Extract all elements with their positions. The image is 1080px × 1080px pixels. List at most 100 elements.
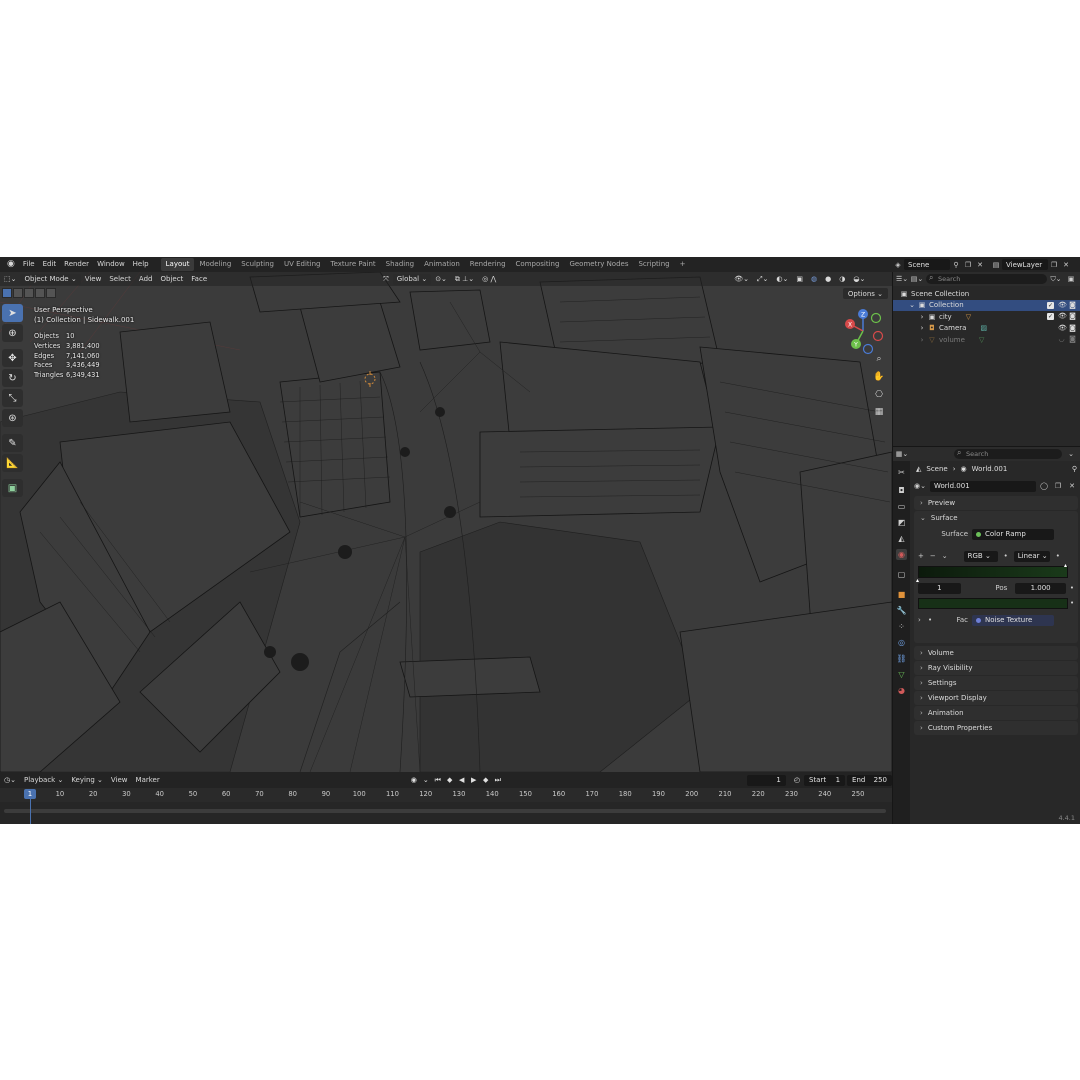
tab-sculpting[interactable]: Sculpting [236, 258, 279, 271]
timeline-editor-icon[interactable]: ◷⌄ [0, 775, 20, 786]
timeline-scrollbar[interactable] [4, 809, 886, 813]
volume-panel-title[interactable]: Volume [914, 646, 1078, 660]
menu-timeline-view[interactable]: View [107, 775, 132, 786]
volume-panel[interactable]: Volume [914, 646, 1078, 660]
orientation-icon[interactable]: ⤧ [379, 274, 393, 285]
tab-geometry-nodes[interactable]: Geometry Nodes [564, 258, 633, 271]
menu-window[interactable]: Window [93, 257, 129, 272]
eye-icon[interactable]: 👁 [1058, 301, 1067, 309]
output-tab-icon[interactable]: ▭ [896, 501, 907, 512]
camera-render-icon[interactable]: ◙ [1069, 313, 1076, 320]
add-stop-icon[interactable]: + [918, 552, 924, 560]
ramp-stop-right-icon[interactable]: ▴ [1064, 562, 1067, 569]
tab-uv-editing[interactable]: UV Editing [279, 258, 326, 271]
camera-render-icon[interactable]: ◙ [1069, 324, 1076, 332]
ramp-menu-icon[interactable]: ⌄ [942, 552, 948, 560]
filter-icon[interactable]: ⛉⌄ [1050, 274, 1062, 285]
blender-logo-icon[interactable]: ◉ [3, 257, 19, 272]
color-ramp-bar[interactable] [918, 566, 1068, 578]
pin-icon[interactable]: ⚲ [1072, 465, 1077, 473]
world-browse-icon[interactable]: ◉⌄ [914, 482, 928, 490]
timeline-track-area[interactable] [0, 802, 892, 824]
select-invert-icon[interactable] [35, 288, 45, 298]
world-name-field[interactable]: World.001 [930, 480, 1036, 492]
select-extend-icon[interactable] [13, 288, 23, 298]
ray-visibility-panel[interactable]: Ray Visibility [914, 661, 1078, 675]
shading-solid-icon[interactable]: ● [821, 274, 835, 285]
object-tab-icon[interactable]: ■ [896, 589, 907, 600]
exclude-checkbox[interactable]: ✓ [1047, 301, 1054, 309]
pin-icon[interactable]: ⚲ [950, 259, 962, 270]
scene-field[interactable]: Scene [904, 259, 950, 270]
xray-toggle-icon[interactable]: ▣ [792, 274, 807, 285]
scene-tab-icon[interactable]: ◭ [896, 533, 907, 544]
menu-keying[interactable]: Keying ⌄ [67, 775, 107, 786]
tab-texture-paint[interactable]: Texture Paint [326, 258, 381, 271]
world-tab-icon[interactable]: ◉ [896, 549, 907, 560]
eye-icon[interactable]: 👁 [1058, 313, 1067, 320]
material-tab-icon[interactable]: ◕ [896, 685, 907, 696]
collection-tab-icon[interactable]: ▢ [896, 569, 907, 580]
data-tab-icon[interactable]: ▽ [896, 669, 907, 680]
collection-row[interactable]: ⌄ ▣ Collection ✓ 👁 ◙ [893, 299, 1080, 311]
camera-render-icon[interactable]: ◙ [1069, 336, 1076, 343]
current-frame-field[interactable]: 1 [746, 774, 786, 786]
menu-playback[interactable]: Playback ⌄ [20, 775, 67, 786]
unlink-world-icon[interactable]: ✕ [1066, 481, 1078, 492]
3d-viewport[interactable]: ⬚⌄ Object Mode ⌄ View Select Add Object … [0, 272, 892, 772]
editor-type-icon[interactable]: ⬚⌄ [0, 274, 20, 285]
end-frame-field[interactable]: End 250 [847, 774, 892, 786]
jump-start-icon[interactable]: ⏮ [433, 776, 443, 785]
visibility-icon[interactable]: 👁⌄ [730, 274, 753, 285]
expand-chevron-icon[interactable]: › [917, 324, 927, 332]
expand-chevron-icon[interactable]: › [918, 616, 928, 624]
tab-layout[interactable]: Layout [160, 258, 195, 271]
fake-user-icon[interactable]: ◯ [1038, 481, 1050, 492]
add-workspace-button[interactable]: + [675, 258, 691, 271]
zoom-icon[interactable]: ⌕ [872, 352, 886, 366]
duplicate-world-icon[interactable]: ❐ [1052, 481, 1064, 492]
scene-icon[interactable]: ◈ [892, 259, 904, 270]
tab-animation[interactable]: Animation [419, 258, 465, 271]
modifier-tab-icon[interactable]: 🔧 [896, 605, 907, 616]
add-cube-tool-icon[interactable]: ▣ [2, 479, 23, 497]
measure-tool-icon[interactable]: 📐 [2, 454, 23, 472]
pan-hand-icon[interactable]: ✋ [872, 370, 886, 384]
preview-panel[interactable]: Preview [914, 496, 1078, 510]
stop-color-swatch[interactable] [918, 598, 1068, 609]
auto-key-options-icon[interactable]: ⌄ [421, 776, 431, 784]
menu-object[interactable]: Object [156, 274, 187, 285]
menu-edit[interactable]: Edit [39, 257, 61, 272]
viewport-display-panel[interactable]: Viewport Display [914, 691, 1078, 705]
properties-editor-icon[interactable]: ▦⌄ [896, 449, 908, 460]
fac-input-field[interactable]: Noise Texture [972, 614, 1054, 626]
gizmo-toggle-icon[interactable]: ⤢⌄ [753, 274, 772, 285]
next-keyframe-icon[interactable]: ◆ [481, 776, 491, 784]
interpolation-dropdown[interactable]: Linear ⌄ [1013, 550, 1050, 562]
settings-panel[interactable]: Settings [914, 676, 1078, 690]
physics-tab-icon[interactable]: ◎ [896, 637, 907, 648]
shading-wireframe-icon[interactable]: ◍ [807, 274, 821, 285]
view-layer-icon[interactable]: ▤ [990, 259, 1002, 270]
settings-panel-title[interactable]: Settings [914, 676, 1078, 690]
play-icon[interactable]: ▶ [469, 776, 479, 784]
outliner-editor-icon[interactable]: ☰⌄ [896, 274, 908, 285]
viewport-display-panel-title[interactable]: Viewport Display [914, 691, 1078, 705]
exclude-checkbox[interactable]: ✓ [1047, 313, 1054, 321]
proportional-edit-icon[interactable]: ◎ ⋀ [478, 274, 500, 285]
perspective-toggle-icon[interactable]: ▦ [872, 405, 886, 419]
start-frame-field[interactable]: Start 1 [803, 774, 846, 786]
move-tool-icon[interactable]: ✥ [2, 349, 23, 367]
select-intersect-icon[interactable] [46, 288, 56, 298]
record-icon[interactable]: ◉ [409, 776, 419, 784]
display-mode-icon[interactable]: ▤⌄ [911, 274, 923, 285]
delete-scene-icon[interactable]: ✕ [974, 259, 986, 270]
menu-marker[interactable]: Marker [132, 775, 164, 786]
view-layer-tab-icon[interactable]: ◩ [896, 517, 907, 528]
prev-keyframe-icon[interactable]: ◆ [445, 776, 455, 784]
render-tab-icon[interactable]: ◘ [896, 485, 907, 496]
menu-view[interactable]: View [81, 274, 106, 285]
outliner-item-volume[interactable]: › ▽ volume ▽ ◡ ◙ [893, 334, 1080, 346]
eye-icon[interactable]: 👁 [1058, 324, 1067, 332]
new-view-layer-icon[interactable]: ❐ [1048, 259, 1060, 270]
